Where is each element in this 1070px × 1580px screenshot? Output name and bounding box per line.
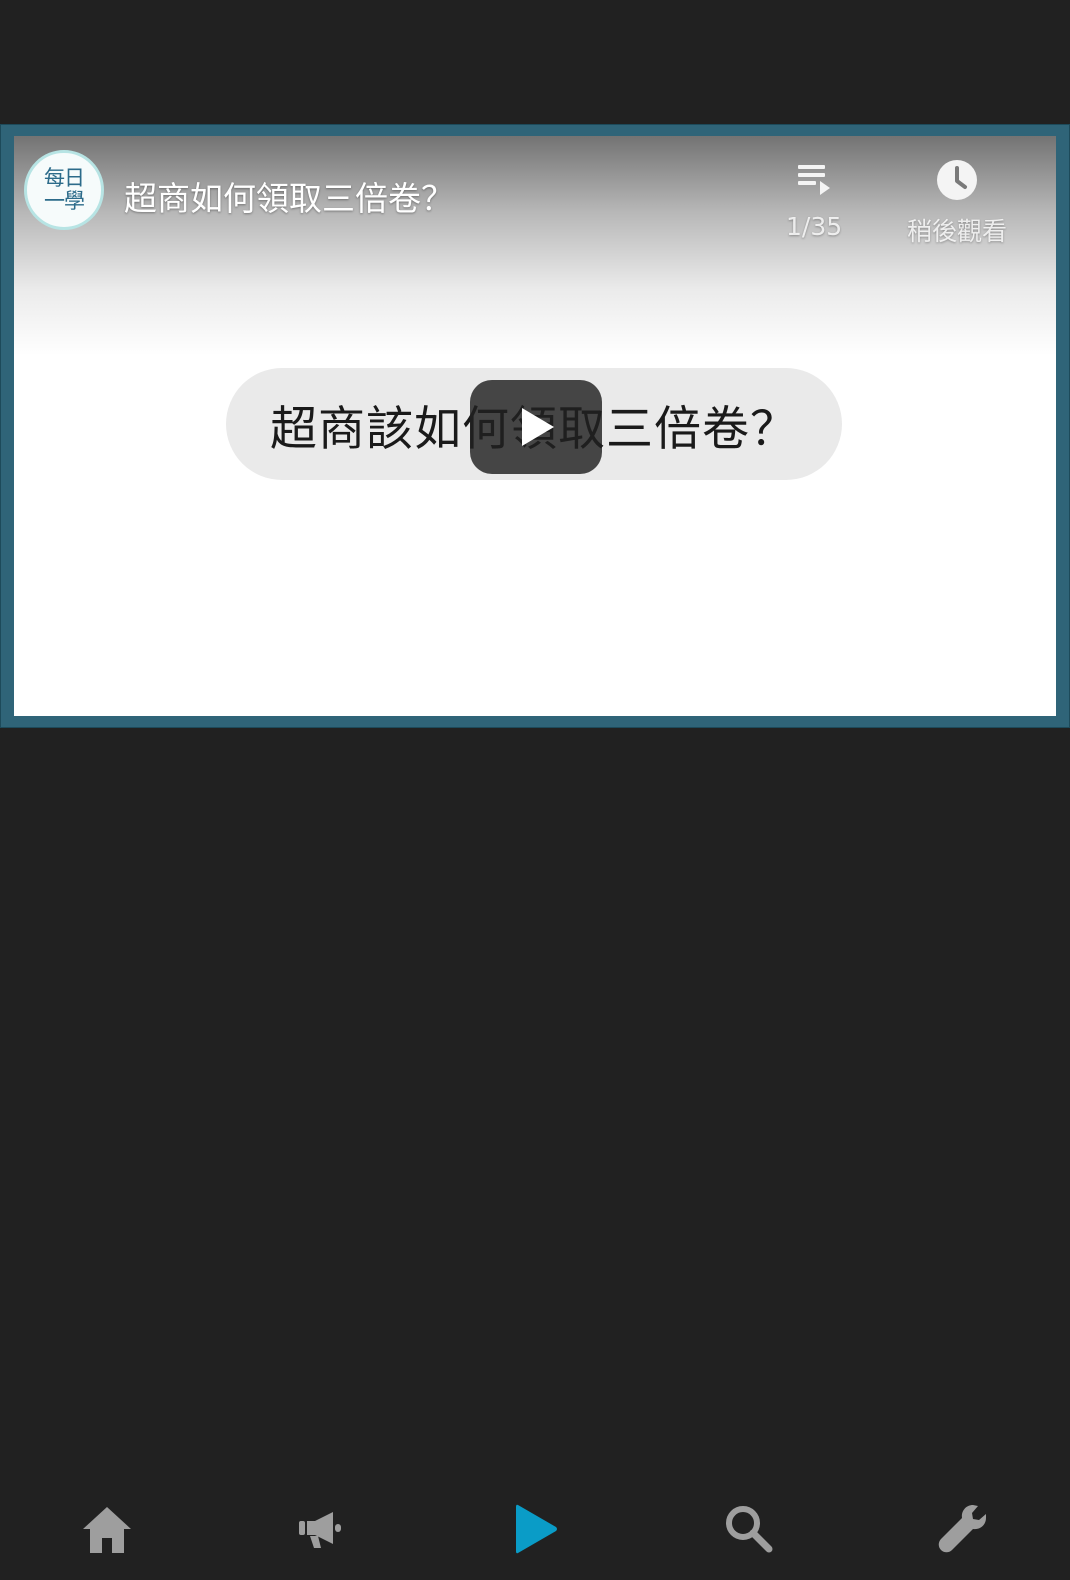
app-screen: 每日 一學 超商如何領取三倍卷？ 1/35 稍後觀看	[0, 0, 1070, 1580]
play-button[interactable]	[470, 380, 602, 474]
home-icon	[83, 1507, 131, 1553]
search-icon	[726, 1506, 773, 1553]
bottom-navigation	[0, 1478, 1070, 1580]
megaphone-icon	[299, 1512, 341, 1548]
channel-avatar-line-1: 每日	[44, 166, 85, 190]
nav-announcements[interactable]	[214, 1478, 428, 1580]
play-triangle-icon	[522, 408, 554, 446]
watch-later-button[interactable]: 稍後觀看	[907, 158, 1007, 248]
channel-avatar-line-2: 一學	[44, 189, 85, 213]
playlist-icon	[792, 158, 836, 202]
video-title[interactable]: 超商如何領取三倍卷？	[124, 172, 454, 220]
video-player-frame: 每日 一學 超商如何領取三倍卷？ 1/35 稍後觀看	[0, 124, 1070, 728]
playlist-button[interactable]: 1/35	[786, 158, 842, 241]
nav-home[interactable]	[0, 1478, 214, 1580]
nav-videos[interactable]	[428, 1478, 642, 1580]
video-top-overlay	[14, 136, 1056, 356]
wrench-icon	[938, 1505, 986, 1553]
nav-settings[interactable]	[856, 1478, 1070, 1580]
playlist-position: 1/35	[786, 212, 843, 241]
channel-avatar[interactable]: 每日 一學	[24, 150, 104, 230]
play-icon	[516, 1504, 557, 1554]
nav-search[interactable]	[642, 1478, 856, 1580]
video-player[interactable]: 每日 一學 超商如何領取三倍卷？ 1/35 稍後觀看	[14, 136, 1056, 716]
watch-later-label: 稍後觀看	[907, 217, 1008, 246]
clock-icon	[935, 158, 979, 202]
